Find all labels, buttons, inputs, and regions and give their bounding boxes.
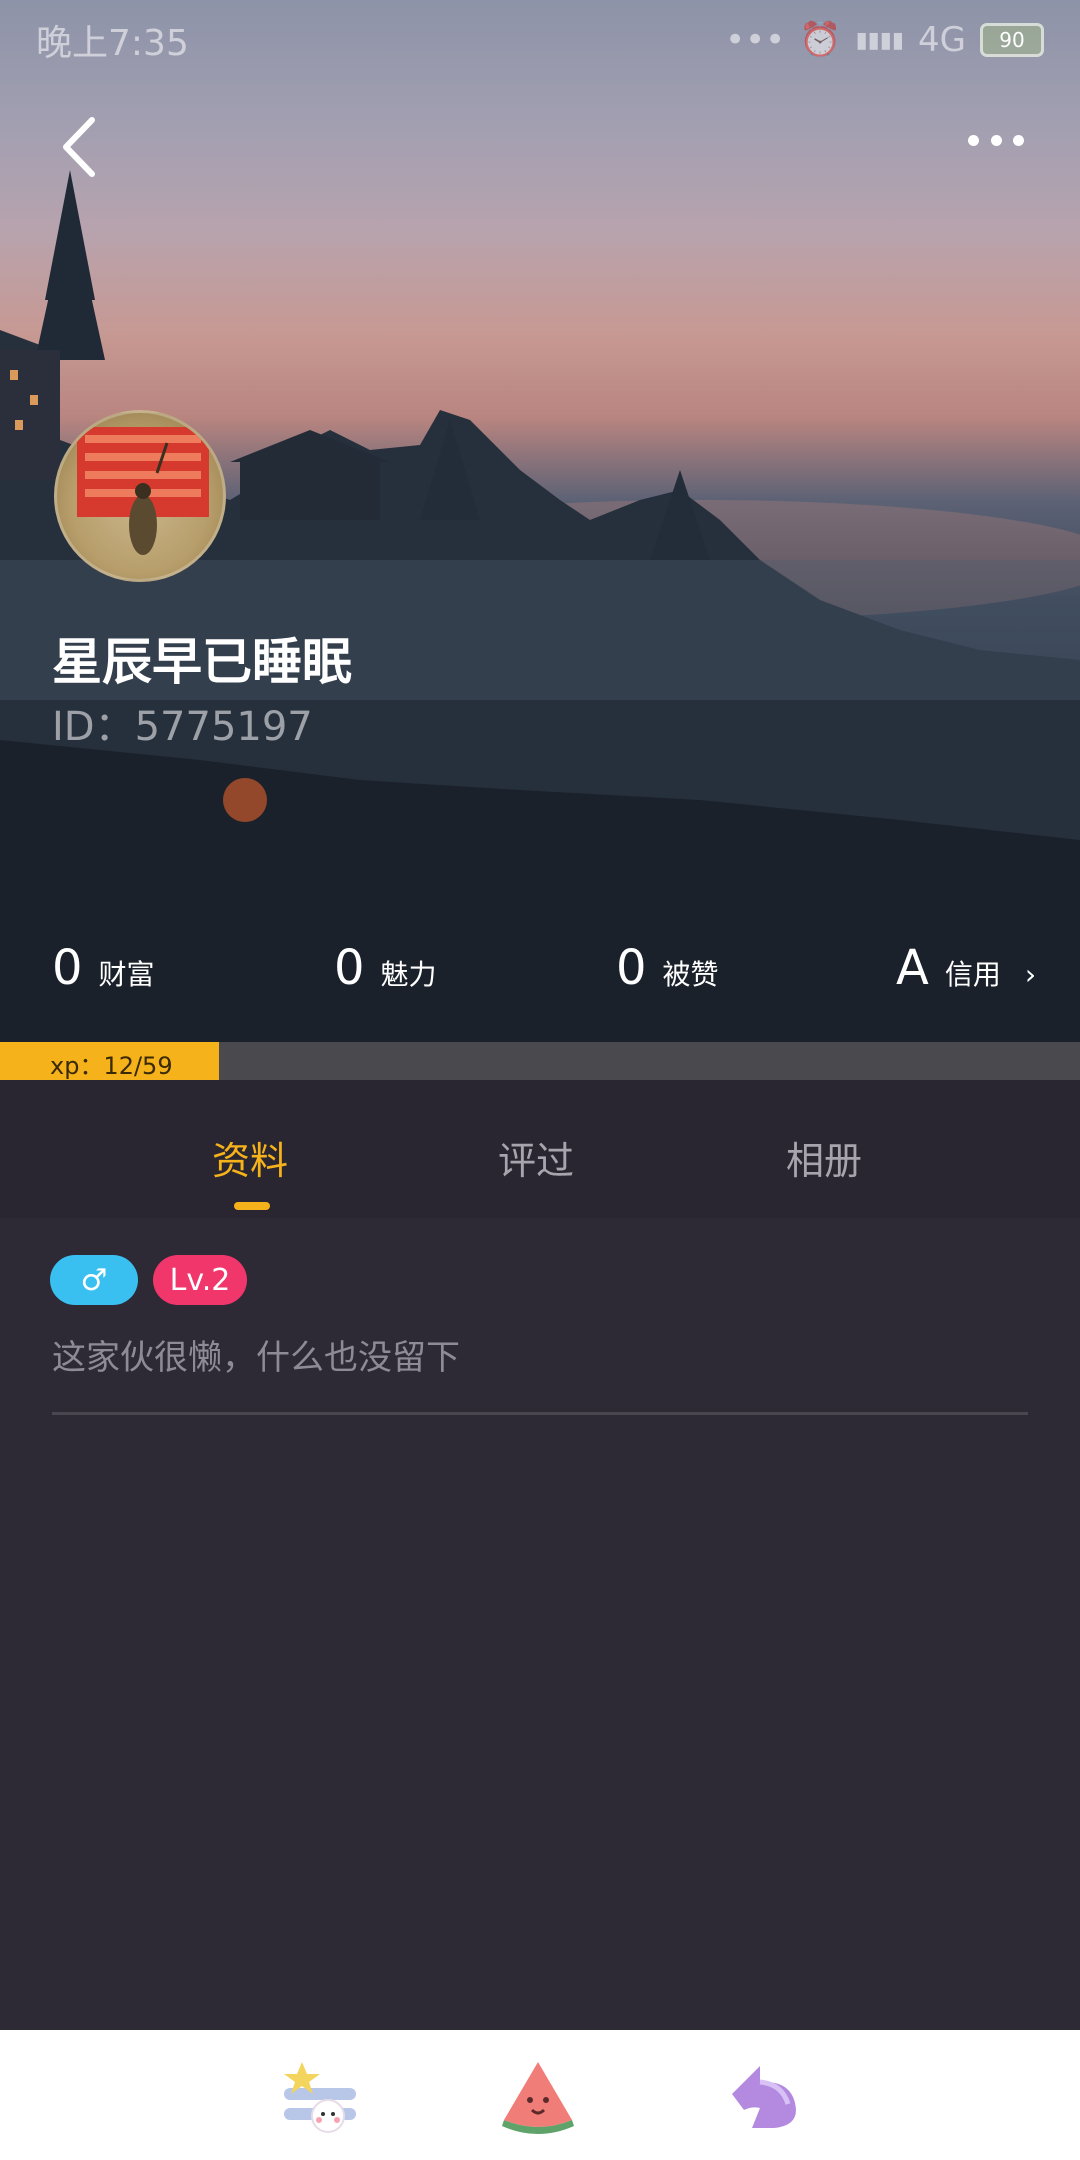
divider — [52, 1412, 1028, 1415]
more-dot — [1013, 134, 1024, 146]
stats-row: 0 财富 0 魅力 0 被赞 A 信用 › — [0, 940, 1080, 1010]
stat-value: A — [896, 940, 929, 996]
profile-id: ID：5775197 — [52, 704, 313, 750]
gender-badge: ♂ — [50, 1255, 138, 1305]
status-icons: ••• ⏰ ▮▮▮▮ 4G 90 — [725, 20, 1044, 60]
level-badge: Lv.2 — [153, 1255, 247, 1305]
bio-text: 这家伙很懒，什么也没留下 — [52, 1338, 460, 1378]
bottom-nav — [0, 2030, 1080, 2160]
bottom-nav-item[interactable] — [278, 2054, 362, 2138]
stat-value: 0 — [334, 940, 365, 996]
signal-icon: ▮▮▮▮ — [855, 27, 905, 53]
avatar[interactable] — [54, 410, 226, 582]
profile-tabs: 资料 评过 相册 — [0, 1080, 1080, 1218]
status-time: 晚上7:35 — [36, 23, 189, 64]
tab-album[interactable]: 相册 — [786, 1130, 862, 1185]
stat-label: 信用 — [944, 958, 1001, 991]
bottom-nav-item[interactable] — [496, 2054, 580, 2138]
bottom-nav-item[interactable] — [722, 2054, 806, 2138]
back-button[interactable] — [56, 112, 106, 182]
avatar-image — [77, 427, 209, 555]
more-button[interactable] — [968, 130, 1024, 150]
status-bar: 晚上7:35 ••• ⏰ ▮▮▮▮ 4G 90 — [0, 0, 1080, 80]
tab-profile-info[interactable]: 资料 — [212, 1130, 288, 1185]
stat-credit[interactable]: A 信用 › — [896, 940, 1036, 996]
stat-value: 0 — [616, 940, 647, 996]
battery-icon: 90 — [980, 23, 1044, 57]
stat-likes[interactable]: 0 被赞 — [616, 940, 719, 996]
chevron-left-icon — [63, 117, 95, 177]
stat-label: 财富 — [98, 958, 155, 991]
xp-progress-bar: xp：12/59 — [0, 1042, 1080, 1080]
stat-label: 魅力 — [380, 958, 437, 991]
stat-wealth[interactable]: 0 财富 — [52, 940, 155, 996]
profile-name: 星辰早已睡眠 — [52, 633, 352, 691]
stat-value: 0 — [52, 940, 83, 996]
tab-reviews[interactable]: 评过 — [498, 1130, 574, 1185]
chevron-right-icon: › — [1024, 958, 1037, 991]
profile-header-background: 晚上7:35 ••• ⏰ ▮▮▮▮ 4G 90 星辰早已睡眠 ID：577519… — [0, 0, 1080, 1042]
stat-charm[interactable]: 0 魅力 — [334, 940, 437, 996]
xp-label: xp：12/59 — [50, 1052, 173, 1080]
more-dot — [990, 134, 1002, 146]
network-type: 4G — [918, 20, 966, 60]
active-tab-indicator — [234, 1202, 270, 1210]
alarm-icon: ⏰ — [799, 20, 842, 60]
stat-label: 被赞 — [662, 958, 719, 991]
more-dots-icon — [968, 134, 979, 146]
purple-arrow-icon — [732, 2066, 796, 2128]
watermelon-icon — [502, 2062, 574, 2134]
notification-dots-icon: ••• — [725, 20, 786, 60]
star-bunny-icon — [284, 2062, 356, 2133]
